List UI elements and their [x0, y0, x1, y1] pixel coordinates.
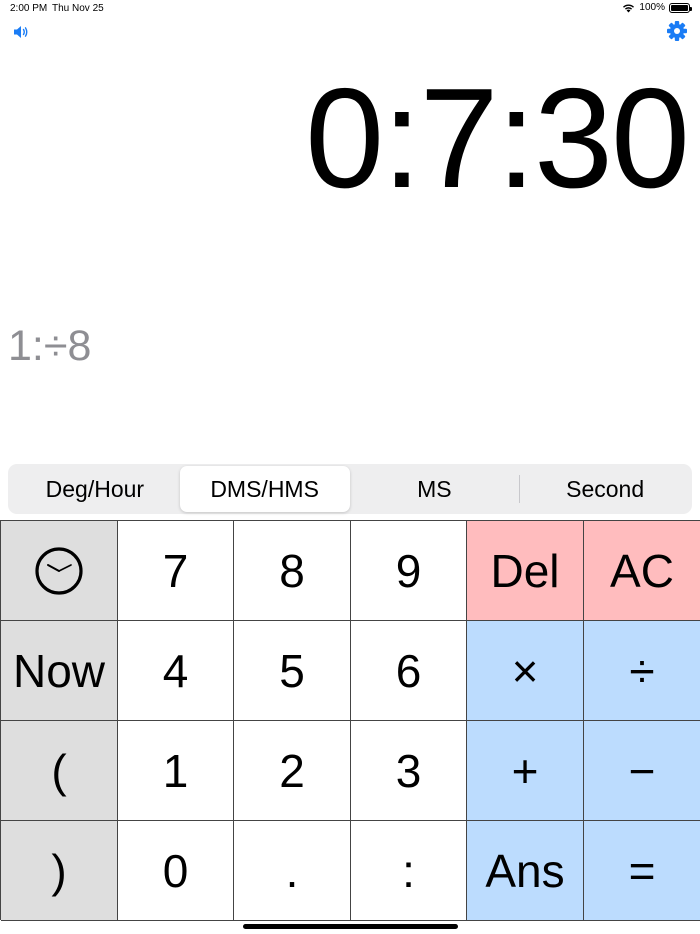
status-bar: 2:00 PM Thu Nov 25 100% [0, 0, 700, 18]
gear-icon [667, 21, 687, 41]
now-button[interactable]: Now [1, 621, 118, 721]
battery-icon [669, 2, 692, 13]
key-7[interactable]: 7 [118, 521, 234, 621]
key-0[interactable]: 0 [118, 821, 234, 921]
wifi-icon [623, 3, 635, 12]
answer-button[interactable]: Ans [467, 821, 584, 921]
settings-button[interactable] [666, 20, 688, 42]
key-2[interactable]: 2 [234, 721, 351, 821]
keypad: 7 8 9 Del AC Now 4 5 6 × ÷ ( 1 2 3 + − )… [0, 520, 700, 921]
mode-dms-hms[interactable]: DMS/HMS [179, 466, 350, 512]
mode-segmented-control: Deg/Hour DMS/HMS MS Second [8, 464, 692, 514]
delete-button[interactable]: Del [467, 521, 584, 621]
equals-button[interactable]: = [584, 821, 700, 921]
home-indicator[interactable] [243, 924, 458, 929]
multiply-button[interactable]: × [467, 621, 584, 721]
sound-button[interactable] [12, 24, 32, 40]
key-5[interactable]: 5 [234, 621, 351, 721]
open-paren-button[interactable]: ( [1, 721, 118, 821]
clock-icon [35, 546, 83, 595]
mode-ms[interactable]: MS [350, 466, 520, 512]
status-indicators: 100% [622, 2, 692, 13]
minus-button[interactable]: − [584, 721, 700, 821]
all-clear-button[interactable]: AC [584, 521, 700, 621]
divide-button[interactable]: ÷ [584, 621, 700, 721]
plus-button[interactable]: + [467, 721, 584, 821]
close-paren-button[interactable]: ) [1, 821, 118, 921]
status-time: 2:00 PM [10, 3, 48, 14]
mode-deg-hour[interactable]: Deg/Hour [10, 466, 180, 512]
key-3[interactable]: 3 [351, 721, 467, 821]
key-8[interactable]: 8 [234, 521, 351, 621]
result-display: 0:7:30 [305, 59, 690, 218]
colon-button[interactable]: : [351, 821, 467, 921]
clock-button[interactable] [1, 521, 118, 621]
decimal-button[interactable]: . [234, 821, 351, 921]
key-6[interactable]: 6 [351, 621, 467, 721]
status-date: Thu Nov 25 [52, 3, 104, 14]
speaker-icon [14, 26, 28, 38]
key-1[interactable]: 1 [118, 721, 234, 821]
key-9[interactable]: 9 [351, 521, 467, 621]
battery-percent: 100% [639, 2, 665, 13]
expression-display: 1:÷8 [8, 322, 92, 370]
mode-second[interactable]: Second [520, 466, 690, 512]
key-4[interactable]: 4 [118, 621, 234, 721]
